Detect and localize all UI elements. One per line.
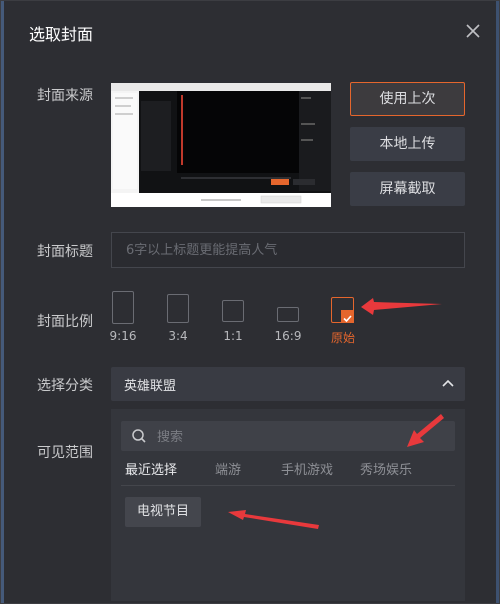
use-last-button[interactable]: 使用上次 [350, 82, 465, 116]
cover-dialog: 选取封面 封面来源 使用上次 本地上传 屏幕截取 封面标题 6字以上标题更能提高… [0, 0, 500, 604]
cover-title-input[interactable] [111, 232, 465, 268]
chevron-up-icon [441, 376, 455, 395]
cover-preview-image [111, 83, 331, 207]
arrow-to-ratio [361, 298, 442, 315]
ratio-16-9-shape [277, 307, 299, 322]
category-value: 英雄联盟 [124, 379, 177, 394]
tab-pc-games[interactable]: 端游 [215, 459, 241, 478]
check-icon [341, 310, 354, 323]
ratio-label: 3:4 [168, 329, 188, 343]
search-input[interactable] [155, 421, 449, 453]
close-icon[interactable] [463, 21, 483, 41]
left-edge [1, 1, 4, 603]
ratio-1-1-shape [222, 300, 244, 322]
cover-title-label: 封面标题 [37, 244, 93, 260]
ratio-label: 1:1 [223, 329, 243, 343]
ratio-label: 原始 [330, 331, 355, 345]
search-box [121, 421, 455, 453]
right-edge [496, 1, 499, 603]
local-upload-button[interactable]: 本地上传 [350, 127, 465, 161]
screenshot-button[interactable]: 屏幕截取 [350, 172, 465, 206]
category-label: 选择分类 [37, 378, 93, 394]
ratio-3-4-shape [167, 294, 189, 323]
tab-divider [121, 485, 455, 486]
category-select[interactable]: 英雄联盟 [111, 367, 465, 401]
ratio-label: 16:9 [274, 329, 302, 343]
ratio-label: 9:16 [109, 329, 137, 343]
visibility-label: 可见范围 [37, 445, 93, 461]
ratio-9-16-shape [112, 291, 134, 324]
list-item-tv-shows[interactable]: 电视节目 [125, 497, 201, 527]
tab-recent[interactable]: 最近选择 [125, 459, 177, 478]
cover-source-label: 封面来源 [37, 88, 93, 104]
tab-mobile-games[interactable]: 手机游戏 [281, 459, 333, 478]
cover-ratio-label: 封面比例 [37, 314, 93, 330]
tab-show-entertainment[interactable]: 秀场娱乐 [360, 459, 412, 478]
search-icon [131, 428, 147, 448]
visibility-panel: 最近选择 端游 手机游戏 秀场娱乐 电视节目 [111, 409, 465, 601]
dialog-title: 选取封面 [29, 25, 94, 44]
